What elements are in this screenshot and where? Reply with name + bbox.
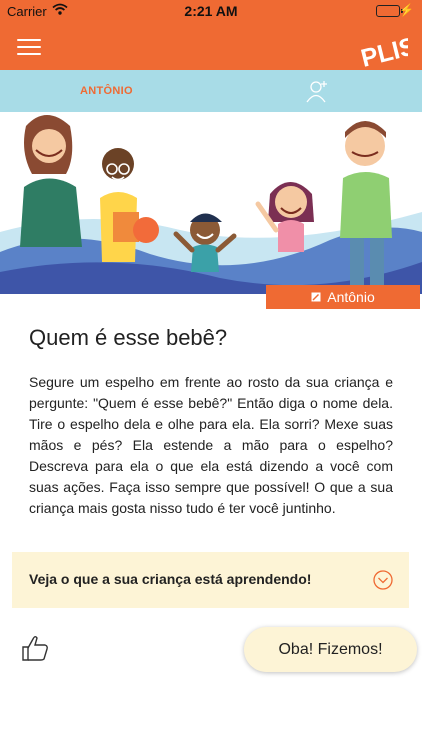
status-bar: Carrier 2:21 AM ⚡ <box>0 0 422 22</box>
plis-logo: PLIS! <box>358 30 408 70</box>
battery-icon <box>376 5 403 17</box>
activity-description: Segure um espelho em frente ao rosto da … <box>29 374 393 516</box>
child-name-label: Antônio <box>327 289 375 305</box>
edit-icon <box>311 292 321 302</box>
done-button[interactable]: Oba! Fizemos! <box>244 627 417 672</box>
thumbs-up-icon[interactable] <box>20 633 50 663</box>
child-name-badge[interactable]: Antônio <box>266 285 420 309</box>
activity-title: Quem é esse bebê? <box>29 325 228 350</box>
status-time: 2:21 AM <box>184 3 238 19</box>
tab-child-antonio[interactable]: ANTÔNIO <box>80 85 133 97</box>
hamburger-icon[interactable] <box>17 39 41 55</box>
profile-bar: ANTÔNIO <box>0 70 422 112</box>
hero-illustration <box>0 112 422 294</box>
learning-accordion[interactable]: Veja o que a sua criança está aprendendo… <box>12 552 409 608</box>
chevron-down-icon <box>373 570 393 590</box>
svg-text:PLIS!: PLIS! <box>358 30 408 70</box>
learning-label: Veja o que a sua criança está aprendendo… <box>29 571 312 587</box>
charging-icon: ⚡ <box>399 3 414 17</box>
add-user-icon[interactable] <box>304 78 330 104</box>
nav-bar: PLIS! <box>0 22 422 70</box>
